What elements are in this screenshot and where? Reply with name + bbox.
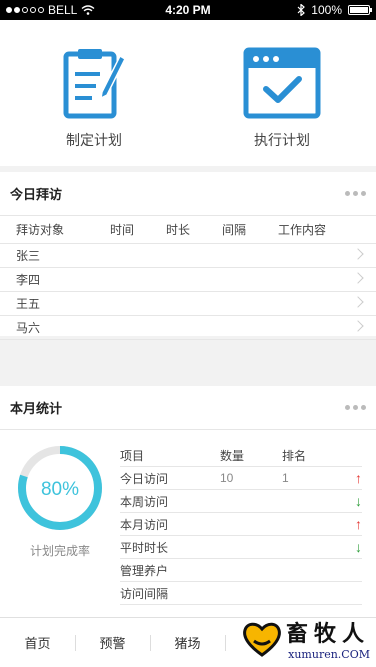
watermark-logo: 畜牧人 xumuren.COM	[242, 616, 370, 661]
completion-ring: 80% 计划完成率	[0, 444, 120, 605]
status-bar: BELL 4:20 PM 100%	[0, 0, 376, 20]
col-count: 数量	[220, 448, 245, 463]
visit-table-header: 拜访对象 时间 时长 间隔 工作内容	[0, 216, 376, 244]
table-row: 今日访问 10 1 ↑	[120, 467, 362, 490]
more-icon[interactable]	[345, 191, 366, 196]
carrier-signal: BELL	[6, 3, 146, 17]
bluetooth-icon	[297, 4, 306, 16]
carrier-name: BELL	[48, 3, 78, 17]
battery-percent: 100%	[311, 3, 342, 17]
browser-check-icon	[243, 47, 321, 119]
execute-plan-button[interactable]: 执行计划	[222, 46, 342, 166]
chevron-right-icon	[352, 248, 364, 260]
table-row: 平时时长 ↓	[120, 536, 362, 559]
nav-farm[interactable]: 猪场	[150, 633, 225, 652]
arrow-down-icon: ↓	[355, 539, 362, 555]
visit-name: 李四	[16, 273, 41, 287]
today-visits-section: 今日拜访 拜访对象 时间 时长 间隔 工作内容 张三 李四 王五 马六	[0, 172, 376, 340]
table-row: 管理养户	[120, 559, 362, 582]
chevron-right-icon	[352, 320, 364, 332]
arrow-down-icon: ↓	[355, 493, 362, 509]
monthly-stats-title: 本月统计	[10, 401, 63, 416]
execute-plan-label: 执行计划	[254, 132, 310, 148]
clock: 4:20 PM	[165, 3, 211, 17]
col-interval: 间隔	[222, 223, 247, 237]
watermark-sub: xumuren.COM	[288, 648, 370, 661]
status-right: 100%	[230, 3, 372, 17]
stat-item: 本月访问	[120, 517, 169, 532]
stat-item: 访问间隔	[120, 586, 169, 601]
more-icon[interactable]	[345, 405, 366, 410]
visit-name: 张三	[16, 249, 41, 263]
stat-item: 本周访问	[120, 494, 169, 509]
stat-count: 10	[220, 471, 234, 485]
chevron-right-icon	[352, 296, 364, 308]
progress-ring: 80%	[18, 446, 102, 530]
table-row: 本月访问 ↑	[120, 513, 362, 536]
visit-name: 马六	[16, 321, 41, 335]
nav-home[interactable]: 首页	[0, 633, 75, 652]
nav-alert[interactable]: 预警	[75, 633, 150, 652]
document-edit-icon	[63, 49, 126, 119]
table-row: 访问间隔	[120, 582, 362, 605]
table-row: 本周访问 ↓	[120, 490, 362, 513]
stats-header-row: 项目 数量 排名	[120, 444, 362, 467]
watermark-main: 畜牧人	[285, 621, 370, 647]
wifi-icon	[81, 5, 95, 15]
monthly-stats-header: 本月统计	[0, 386, 376, 430]
monthly-stats-section: 本月统计 80% 计划完成率 项目 数量 排名 今日访问 10 1 ↑ 本周访问…	[0, 386, 376, 618]
signal-icon	[6, 7, 44, 13]
table-row[interactable]: 张三	[0, 244, 376, 268]
col-time: 时间	[110, 223, 135, 237]
completion-label: 计划完成率	[29, 544, 90, 558]
stat-item: 管理养户	[120, 563, 169, 578]
make-plan-button[interactable]: 制定计划	[34, 46, 154, 166]
stat-item: 今日访问	[120, 471, 169, 486]
plan-actions: 制定计划 执行计划	[0, 20, 376, 166]
col-duration: 时长	[166, 223, 191, 237]
stat-rank: 1	[282, 471, 289, 485]
heart-logo-icon	[243, 622, 281, 657]
make-plan-label: 制定计划	[66, 132, 122, 148]
stat-item: 平时时长	[120, 540, 169, 555]
table-row[interactable]: 李四	[0, 268, 376, 292]
today-visits-header: 今日拜访	[0, 172, 376, 216]
stats-table: 项目 数量 排名 今日访问 10 1 ↑ 本周访问 ↓ 本月访问 ↑ 平时时长 …	[120, 444, 376, 605]
table-row[interactable]: 王五	[0, 292, 376, 316]
arrow-up-icon: ↑	[355, 470, 362, 486]
battery-icon	[348, 5, 372, 15]
visit-name: 王五	[16, 297, 41, 311]
chevron-right-icon	[352, 272, 364, 284]
table-row[interactable]: 马六	[0, 316, 376, 340]
col-item: 项目	[120, 448, 145, 463]
col-work-content: 工作内容	[278, 223, 327, 237]
today-visits-title: 今日拜访	[10, 187, 63, 202]
completion-value: 80%	[41, 479, 79, 500]
col-rank: 排名	[282, 448, 307, 463]
col-visit-target: 拜访对象	[16, 223, 65, 237]
arrow-up-icon: ↑	[355, 516, 362, 532]
